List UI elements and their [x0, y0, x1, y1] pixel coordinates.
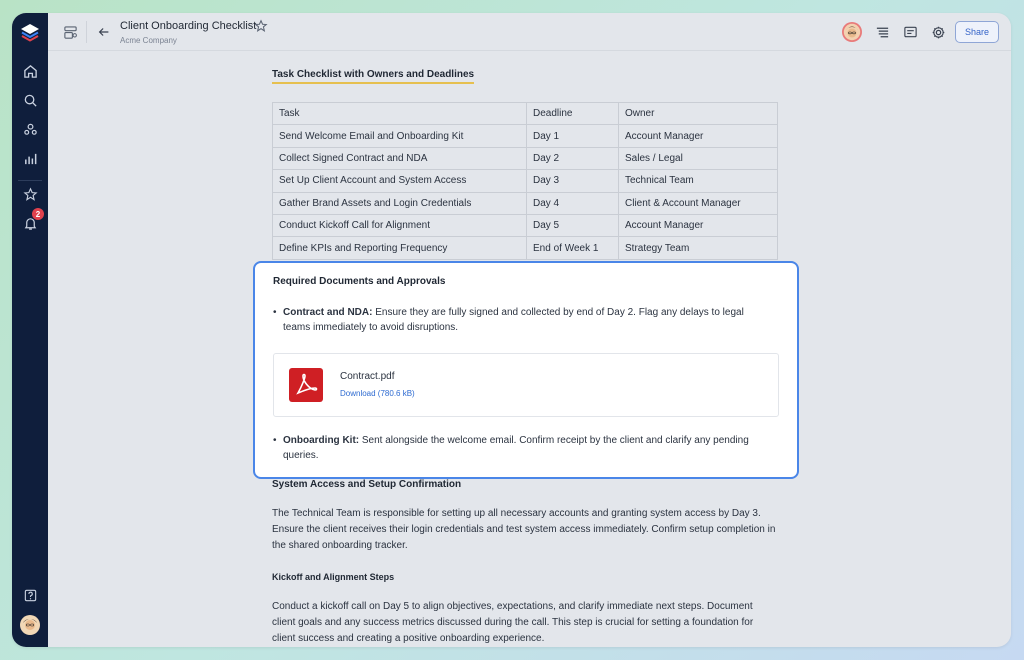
bullet-contract-nda: Contract and NDA: Ensure they are fully … — [273, 305, 763, 335]
bullet-bold-label: Contract and NDA: — [283, 307, 373, 318]
search-icon[interactable] — [20, 90, 40, 110]
deadline-cell: Day 3 — [526, 169, 619, 193]
workspace-name: Acme Company — [120, 36, 177, 45]
owner-cell: Account Manager — [618, 213, 778, 238]
section-heading-kickoff: Kickoff and Alignment Steps — [272, 572, 395, 582]
deadline-cell: Day 4 — [526, 191, 619, 215]
table-row: Define KPIs and Reporting Frequency End … — [272, 236, 778, 260]
task-cell: Set Up Client Account and System Access — [272, 169, 527, 193]
download-link[interactable]: Download (780.6 kB) — [340, 389, 415, 398]
collaborator-avatar[interactable] — [842, 22, 862, 42]
file-attachment[interactable]: Contract.pdf Download (780.6 kB) — [273, 353, 779, 417]
table-header-cell: Owner — [618, 101, 778, 126]
notification-badge: 2 — [32, 208, 44, 220]
table-row: Gather Brand Assets and Login Credential… — [272, 191, 778, 215]
favorite-star-icon[interactable] — [254, 19, 268, 33]
top-bar: Client Onboarding Checklist Acme Company… — [48, 13, 1011, 51]
task-cell: Send Welcome Email and Onboarding Kit — [272, 124, 527, 148]
deadline-cell: End of Week 1 — [526, 236, 619, 260]
deadline-cell: Day 1 — [526, 124, 619, 148]
document-title: Client Onboarding Checklist — [120, 20, 257, 32]
favorites-star-icon[interactable] — [20, 184, 40, 204]
table-header-row: Task Deadline Owner — [272, 101, 778, 126]
deadline-cell: Day 5 — [526, 213, 619, 238]
share-button[interactable]: Share — [955, 21, 999, 43]
task-cell: Define KPIs and Reporting Frequency — [272, 236, 527, 260]
section-paragraph-system-access: The Technical Team is responsible for se… — [272, 508, 776, 551]
back-arrow-icon[interactable] — [96, 24, 112, 40]
bullet-onboarding-kit: Onboarding Kit: Sent alongside the welco… — [273, 433, 763, 463]
sidebar-divider — [18, 180, 42, 181]
task-table: Task Deadline Owner Send Welcome Email a… — [272, 101, 778, 260]
topbar-divider — [86, 21, 87, 43]
owner-cell: Account Manager — [618, 124, 778, 148]
table-header-cell: Deadline — [526, 101, 619, 126]
comments-icon[interactable] — [902, 24, 918, 40]
pdf-file-icon — [289, 368, 323, 402]
owner-cell: Strategy Team — [618, 236, 778, 260]
bullet-bold-label: Onboarding Kit: — [283, 435, 360, 446]
settings-gear-icon[interactable] — [930, 24, 946, 40]
table-row: Set Up Client Account and System Access … — [272, 169, 778, 193]
table-header-cell: Task — [272, 101, 527, 126]
owner-cell: Sales / Legal — [618, 146, 778, 171]
user-avatar[interactable] — [20, 615, 40, 635]
team-icon[interactable] — [20, 119, 40, 139]
table-heading: Task Checklist with Owners and Deadlines — [272, 69, 475, 84]
analytics-icon[interactable] — [20, 148, 40, 168]
sidebar: 2 — [12, 13, 48, 647]
section-paragraph-kickoff: Conduct a kickoff call on Day 5 to align… — [272, 601, 754, 644]
table-row: Send Welcome Email and Onboarding Kit Da… — [272, 124, 778, 148]
owner-cell: Client & Account Manager — [618, 191, 778, 215]
section-heading-system-access: System Access and Setup Confirmation — [272, 479, 462, 490]
app-window: 2 Client Onboarding Checklist Acme Compa — [12, 13, 1011, 647]
document-panel-icon[interactable] — [62, 24, 78, 40]
required-documents-card[interactable]: Required Documents and Approvals Contrac… — [253, 261, 799, 479]
owner-cell: Technical Team — [618, 169, 778, 193]
table-row: Collect Signed Contract and NDA Day 2 Sa… — [272, 146, 778, 171]
file-name: Contract.pdf — [340, 371, 395, 382]
help-icon[interactable] — [20, 585, 40, 605]
table-row: Conduct Kickoff Call for Alignment Day 5… — [272, 213, 778, 238]
app-logo-icon[interactable] — [18, 21, 42, 45]
home-icon[interactable] — [20, 61, 40, 81]
outline-list-icon[interactable] — [874, 24, 890, 40]
card-title: Required Documents and Approvals — [273, 276, 446, 287]
task-cell: Gather Brand Assets and Login Credential… — [272, 191, 527, 215]
task-cell: Collect Signed Contract and NDA — [272, 146, 527, 171]
deadline-cell: Day 2 — [526, 146, 619, 171]
task-cell: Conduct Kickoff Call for Alignment — [272, 213, 527, 238]
